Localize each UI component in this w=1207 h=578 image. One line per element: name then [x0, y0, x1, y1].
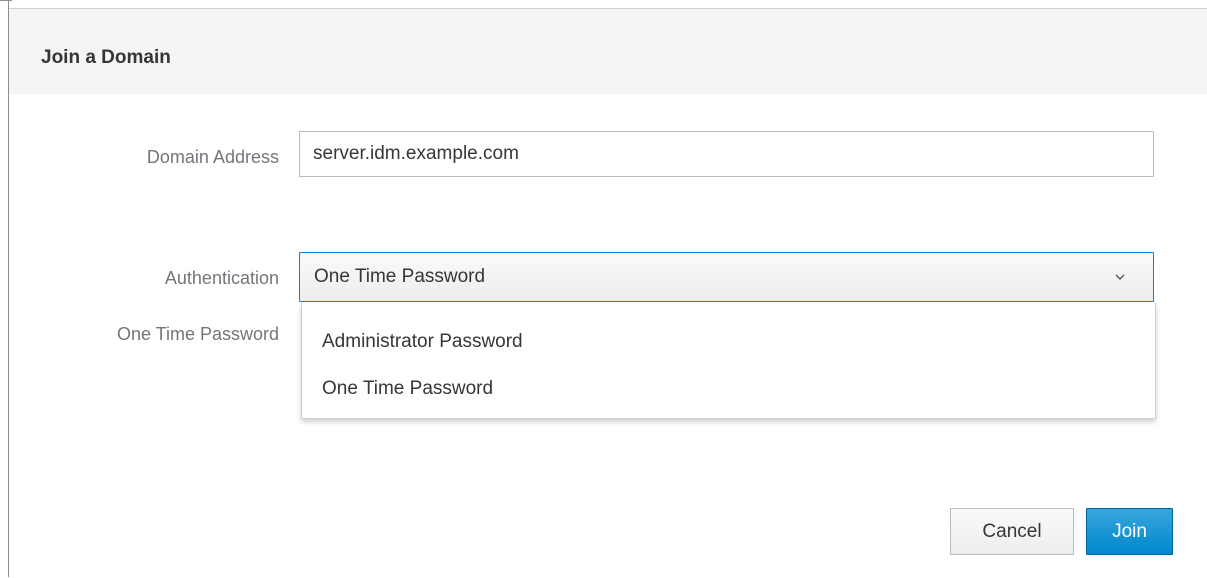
cancel-button[interactable]: Cancel [950, 508, 1074, 555]
window-edge-top [0, 0, 12, 1]
dialog-title: Join a Domain [41, 47, 171, 68]
domain-address-label: Domain Address [146, 147, 279, 167]
domain-address-input[interactable] [299, 131, 1154, 177]
join-domain-dialog: Join a Domain Domain Address Authenticat… [9, 8, 1207, 578]
chevron-down-icon [1115, 274, 1125, 280]
join-button[interactable]: Join [1086, 508, 1173, 555]
authentication-label: Authentication [164, 268, 279, 288]
authentication-selected-value: One Time Password [314, 266, 486, 287]
one-time-password-label: One Time Password [116, 324, 279, 344]
option-administrator-password[interactable]: Administrator Password [322, 331, 523, 353]
dialog-header: Join a Domain [9, 9, 1207, 94]
option-one-time-password[interactable]: One Time Password [322, 378, 493, 400]
authentication-select[interactable]: One Time Password [299, 252, 1154, 302]
authentication-dropdown-menu: Administrator Password One Time Password [301, 303, 1156, 419]
